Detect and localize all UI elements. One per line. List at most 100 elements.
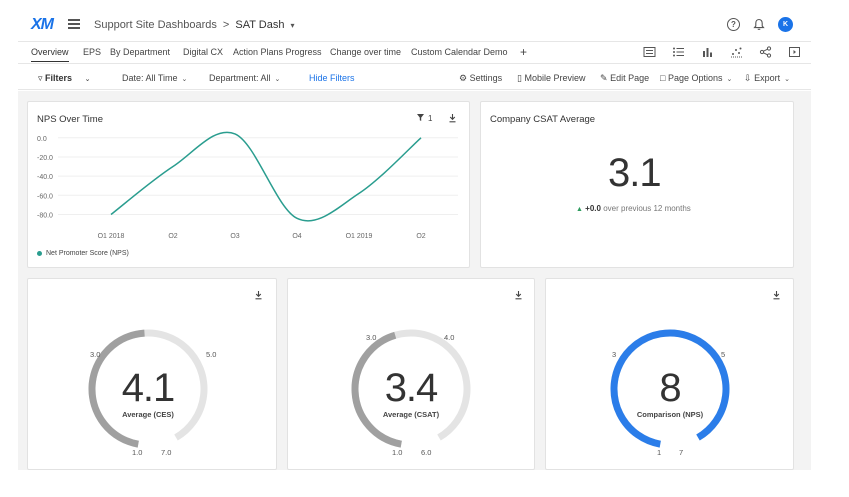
download-icon[interactable] xyxy=(514,290,523,300)
page-tabs: Overview EPS By Department Digital CX Ac… xyxy=(18,42,811,64)
page-options-button[interactable]: □ Page Options ⌄ xyxy=(660,73,732,83)
page-icon: □ xyxy=(660,73,666,83)
gauge-max: 6.0 xyxy=(421,448,432,457)
nps-gauge-widget[interactable]: 3 5 1 7 8 Comparison (NPS) xyxy=(545,278,794,470)
gauge-min: 1.0 xyxy=(132,448,143,457)
export-label: Export xyxy=(754,73,781,83)
edit-page-button[interactable]: ✎ Edit Page xyxy=(600,73,649,84)
add-tab-button[interactable]: + xyxy=(520,45,527,59)
csat-value: 3.1 xyxy=(608,151,662,195)
filter-count: 1 xyxy=(428,114,433,123)
gauge-right-mark: 5 xyxy=(721,350,726,359)
breadcrumb: Support Site Dashboards > SAT Dash ▾ xyxy=(94,19,295,31)
present-icon[interactable] xyxy=(788,46,801,58)
chevron-down-icon: ⌄ xyxy=(784,76,790,83)
tab-custom-calendar-demo[interactable]: Custom Calendar Demo xyxy=(411,47,508,57)
export-button[interactable]: ⇩ Export ⌄ xyxy=(744,73,790,84)
x-tick-label: Q3 xyxy=(230,233,239,238)
delta-value: +0.0 xyxy=(585,204,601,213)
gauge-label: Average (CSAT) xyxy=(382,410,440,419)
y-tick-label: -20.0 xyxy=(37,155,53,162)
funnel-icon: ▿ xyxy=(38,73,43,83)
legend-swatch xyxy=(37,251,42,256)
chevron-down-icon[interactable]: ▾ xyxy=(290,21,294,30)
filters-label: Filters xyxy=(45,73,73,83)
share-icon[interactable] xyxy=(759,46,772,58)
list-icon[interactable] xyxy=(672,46,685,58)
date-filter[interactable]: Date: All Time ⌄ xyxy=(122,73,187,83)
tab-by-department[interactable]: By Department xyxy=(110,47,170,57)
export-icon: ⇩ xyxy=(744,73,752,83)
chevron-down-icon: ⌄ xyxy=(181,76,188,83)
up-arrow-icon: ▲ xyxy=(576,206,583,213)
gauge-left-mark: 3 xyxy=(612,350,617,359)
breadcrumb-separator: > xyxy=(222,19,230,31)
date-filter-label: Date: All Time xyxy=(122,73,178,83)
csat-gauge-widget[interactable]: 3.0 4.0 1.0 6.0 3.4 Average (CSAT) xyxy=(287,278,535,470)
help-icon[interactable]: ? xyxy=(727,18,740,31)
chevron-down-icon: ⌄ xyxy=(84,76,91,83)
tab-eps[interactable]: EPS xyxy=(83,47,101,57)
dashboard-frame: XM Support Site Dashboards > SAT Dash ▾ … xyxy=(18,0,811,470)
gear-icon: ⚙ xyxy=(459,73,468,83)
dashboard-canvas: NPS Over Time 1 0.0 -20.0 -40.0 -60.0 -80.0 Q… xyxy=(18,91,811,470)
hide-filters-link[interactable]: Hide Filters xyxy=(309,73,355,83)
x-tick-label: Q1 2018 xyxy=(98,233,125,238)
tab-digital-cx[interactable]: Digital CX xyxy=(183,47,223,57)
filters-button[interactable]: ▿ Filters ⌄ xyxy=(38,73,90,84)
top-bar: XM Support Site Dashboards > SAT Dash ▾ … xyxy=(18,0,811,42)
legend-label: Net Promoter Score (NPS) xyxy=(46,250,129,257)
department-filter-label: Department: All xyxy=(209,73,271,83)
gauge-max: 7.0 xyxy=(161,448,172,457)
filter-icon[interactable] xyxy=(416,113,425,122)
avatar[interactable]: K xyxy=(778,17,793,32)
download-icon[interactable] xyxy=(448,113,457,123)
bar-chart-icon[interactable] xyxy=(701,46,714,58)
breadcrumb-current[interactable]: SAT Dash xyxy=(235,19,284,31)
gauge-value: 8 xyxy=(659,366,681,410)
mobile-preview-button[interactable]: ▯ Mobile Preview xyxy=(517,73,586,84)
pencil-icon: ✎ xyxy=(600,73,608,83)
table-view-icon[interactable] xyxy=(643,46,656,58)
scatter-icon[interactable] xyxy=(730,46,743,58)
widget-title: NPS Over Time xyxy=(37,114,103,125)
layout-tools xyxy=(643,46,801,58)
ces-gauge-widget[interactable]: 3.0 5.0 1.0 7.0 4.1 Average (CES) xyxy=(27,278,277,470)
x-tick-label: Q1 2019 xyxy=(346,233,373,238)
gauge-right-mark: 5.0 xyxy=(206,350,217,359)
chevron-down-icon: ⌄ xyxy=(726,76,733,83)
tab-action-plans-progress[interactable]: Action Plans Progress xyxy=(233,47,322,57)
breadcrumb-root[interactable]: Support Site Dashboards xyxy=(94,19,217,31)
department-filter[interactable]: Department: All ⌄ xyxy=(209,73,280,83)
menu-icon[interactable] xyxy=(68,19,80,29)
download-icon[interactable] xyxy=(772,290,781,300)
page-options-label: Page Options xyxy=(667,73,723,83)
x-tick-label: Q4 xyxy=(292,233,301,238)
filter-bar: ▿ Filters ⌄ Date: All Time ⌄ Department: … xyxy=(18,64,811,90)
nps-line-chart: 0.0 -20.0 -40.0 -60.0 -80.0 Q1 2018 Q2 Q3 Q4 Q1 2… xyxy=(37,131,458,238)
bell-icon[interactable] xyxy=(753,18,765,31)
nps-over-time-widget[interactable]: NPS Over Time 1 0.0 -20.0 -40.0 -60.0 -80.0 Q… xyxy=(27,101,470,268)
widget-title: Company CSAT Average xyxy=(490,114,596,125)
tab-overview[interactable]: Overview xyxy=(31,47,69,62)
gauge-left-mark: 3.0 xyxy=(366,333,377,342)
xm-logo[interactable]: XM xyxy=(31,16,54,34)
settings-button[interactable]: ⚙ Settings xyxy=(459,73,502,84)
x-tick-label: Q2 xyxy=(416,233,425,238)
phone-icon: ▯ xyxy=(517,73,522,83)
gauge-value: 3.4 xyxy=(384,366,439,410)
delta-text: over previous 12 months xyxy=(603,204,691,213)
download-icon[interactable] xyxy=(254,290,263,300)
company-csat-widget[interactable]: Company CSAT Average 3.1 ▲ +0.0 over pre… xyxy=(480,101,794,268)
top-icons: ? K xyxy=(727,17,793,32)
x-tick-label: Q2 xyxy=(168,233,177,238)
tab-change-over-time[interactable]: Change over time xyxy=(330,47,401,57)
gauge-min: 1.0 xyxy=(392,448,403,457)
edit-page-label: Edit Page xyxy=(610,73,650,83)
gauge-min: 1 xyxy=(657,448,662,457)
csat-delta: ▲ +0.0 over previous 12 months xyxy=(576,204,691,213)
chevron-down-icon: ⌄ xyxy=(274,76,281,83)
gauge-left-mark: 3.0 xyxy=(90,350,101,359)
y-tick-label: -80.0 xyxy=(37,212,53,219)
y-tick-label: -40.0 xyxy=(37,174,53,181)
